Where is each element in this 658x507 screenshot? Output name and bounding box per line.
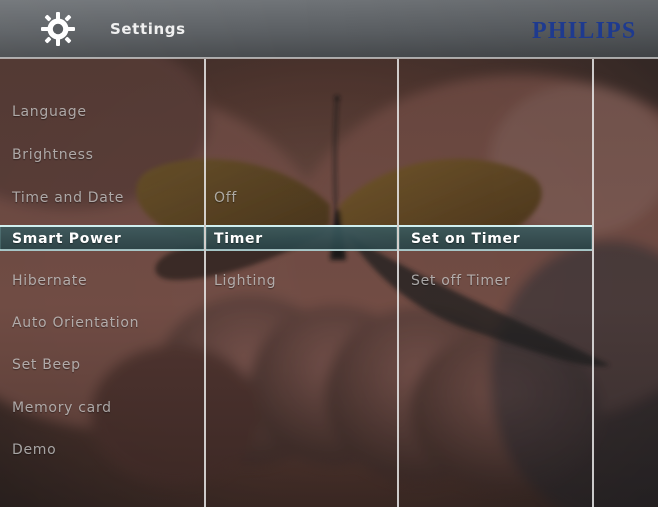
brand-logo: PHILIPS <box>532 18 637 44</box>
settings-screen: Settings PHILIPS Language Brightness Tim… <box>0 0 658 507</box>
menu-item-memory-card[interactable]: Memory card <box>12 400 112 416</box>
photo-dim-overlay <box>0 0 658 507</box>
menu-item-time-and-date[interactable]: Time and Date <box>12 190 124 206</box>
menu-item-hibernate[interactable]: Hibernate <box>12 273 87 289</box>
page-title: Settings <box>110 20 186 38</box>
column-divider-2 <box>397 59 399 507</box>
header-bar: Settings PHILIPS <box>0 0 658 58</box>
menu-item-smart-power[interactable]: Smart Power <box>12 231 122 247</box>
timer-item-set-on-timer[interactable]: Set on Timer <box>411 231 520 247</box>
selection-bar-top-edge <box>206 225 397 227</box>
submenu-item-lighting[interactable]: Lighting <box>214 273 276 289</box>
menu-item-language[interactable]: Language <box>12 104 87 120</box>
selection-bar-bottom-edge <box>0 249 204 251</box>
menu-item-demo[interactable]: Demo <box>12 442 56 458</box>
submenu-item-timer[interactable]: Timer <box>214 231 263 247</box>
header-divider <box>0 57 658 59</box>
menu-item-auto-orientation[interactable]: Auto Orientation <box>12 315 139 331</box>
gear-icon <box>41 12 75 46</box>
column-divider-3 <box>592 59 594 507</box>
selection-bar-top-edge <box>0 225 204 227</box>
timer-item-set-off-timer[interactable]: Set off Timer <box>411 273 510 289</box>
menu-item-set-beep[interactable]: Set Beep <box>12 357 81 373</box>
selection-bar-top-edge <box>399 225 592 227</box>
submenu-item-off[interactable]: Off <box>214 190 237 206</box>
column-divider-1 <box>204 59 206 507</box>
selection-bar-bottom-edge <box>399 249 592 251</box>
menu-item-brightness[interactable]: Brightness <box>12 147 94 163</box>
selection-bar-bottom-edge <box>206 249 397 251</box>
